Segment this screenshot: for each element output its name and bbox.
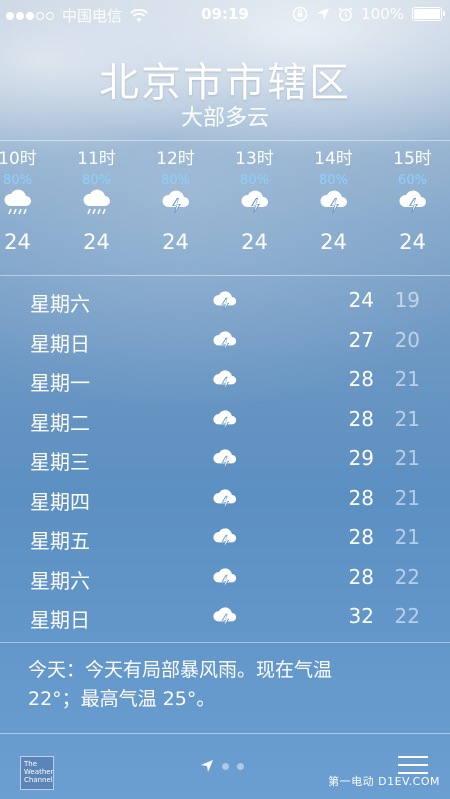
high-temp: 32 bbox=[348, 604, 374, 628]
thunderstorm-icon bbox=[212, 369, 238, 398]
hourly-item: 15时 60% 24 bbox=[373, 146, 450, 254]
low-temp: 21 bbox=[394, 446, 420, 470]
location-arrow-icon bbox=[201, 760, 213, 772]
hourly-item: 14时 80% 24 bbox=[294, 146, 373, 254]
daily-forecast[interactable]: 星期六 24 19 星期日 27 20 星期一 28 21 星期二 28 21 星期三 29 21 星期四 28… bbox=[0, 282, 450, 638]
high-temp: 28 bbox=[348, 406, 374, 431]
hourly-item: 11时 80% 24 bbox=[57, 146, 136, 254]
status-right: 100% bbox=[292, 5, 445, 23]
day-name: 星期二 bbox=[30, 410, 90, 435]
low-temp: 21 bbox=[394, 485, 420, 510]
high-temp: 24 bbox=[348, 288, 374, 312]
low-temp: 20 bbox=[394, 327, 420, 352]
high-temp: 29 bbox=[348, 446, 374, 470]
day-name: 星期三 bbox=[30, 450, 90, 474]
today-summary: 今天：今天有局部暴风雨。现在气温 22°；最高气温 25°。 bbox=[28, 656, 428, 714]
divider bbox=[0, 733, 450, 734]
precip-chance: 60% bbox=[398, 173, 427, 188]
page-dot bbox=[237, 762, 244, 770]
hour-label: 13时 bbox=[235, 149, 274, 169]
hourly-item: 12时 80% 24 bbox=[136, 146, 215, 254]
hour-label: 12时 bbox=[156, 149, 195, 169]
hourly-item: 13时 80% 24 bbox=[215, 146, 294, 254]
hour-temp: 24 bbox=[241, 230, 268, 254]
daily-row: 星期六 28 22 bbox=[0, 559, 450, 599]
hour-temp: 24 bbox=[83, 230, 110, 254]
rotation-lock-icon bbox=[292, 6, 308, 22]
low-temp: 21 bbox=[394, 367, 420, 391]
daily-row: 星期三 29 21 bbox=[0, 440, 450, 480]
hour-temp: 24 bbox=[162, 230, 189, 254]
weather-channel-logo[interactable]: The Weather Channel bbox=[20, 756, 54, 790]
daily-row: 星期一 28 21 bbox=[0, 361, 450, 401]
thunderstorm-icon bbox=[294, 188, 373, 218]
divider bbox=[0, 642, 450, 643]
page-indicator[interactable] bbox=[200, 759, 244, 773]
daily-row: 星期日 27 20 bbox=[0, 322, 450, 362]
thunderstorm-icon bbox=[212, 567, 238, 596]
daily-row: 星期二 28 21 bbox=[0, 401, 450, 441]
high-temp: 27 bbox=[348, 327, 374, 352]
thunderstorm-icon bbox=[212, 409, 238, 438]
daily-row: 星期四 28 21 bbox=[0, 480, 450, 520]
high-temp: 28 bbox=[348, 525, 374, 549]
rain-icon bbox=[0, 188, 57, 218]
thunderstorm-icon bbox=[212, 290, 238, 319]
thunderstorm-icon bbox=[373, 188, 450, 218]
divider bbox=[0, 275, 450, 276]
hourly-item: 10时 80% 24 bbox=[0, 146, 57, 254]
hour-label: 10时 bbox=[0, 149, 37, 169]
page-dot bbox=[222, 762, 229, 770]
thunderstorm-icon bbox=[212, 448, 238, 477]
current-condition: 大部多云 bbox=[180, 106, 269, 131]
daily-row: 星期六 24 19 bbox=[0, 282, 450, 322]
day-name: 星期六 bbox=[30, 568, 90, 593]
hour-temp: 24 bbox=[320, 230, 347, 254]
high-temp: 28 bbox=[348, 485, 374, 510]
high-temp: 28 bbox=[348, 367, 374, 391]
rain-icon bbox=[57, 188, 136, 218]
high-temp: 28 bbox=[348, 564, 374, 589]
alarm-icon bbox=[338, 6, 353, 21]
precip-chance: 80% bbox=[240, 173, 269, 188]
summary-line: 今天：今天有局部暴风雨。现在气温 bbox=[28, 659, 333, 681]
battery-icon bbox=[412, 7, 445, 21]
hour-label: 14时 bbox=[314, 149, 353, 169]
day-name: 星期五 bbox=[30, 529, 90, 553]
low-temp: 21 bbox=[394, 525, 420, 549]
hour-label: 15时 bbox=[393, 149, 432, 169]
day-name: 星期日 bbox=[30, 608, 90, 632]
precip-chance: 80% bbox=[161, 173, 190, 188]
day-name: 星期四 bbox=[30, 489, 90, 514]
thunderstorm-icon bbox=[212, 527, 238, 556]
daily-row: 星期日 32 22 bbox=[0, 598, 450, 638]
battery-percent: 100% bbox=[361, 5, 404, 23]
day-name: 星期日 bbox=[30, 331, 90, 356]
hour-temp: 24 bbox=[4, 230, 31, 254]
thunderstorm-icon bbox=[212, 488, 238, 517]
low-temp: 22 bbox=[394, 604, 420, 628]
thunderstorm-icon bbox=[212, 606, 238, 635]
hourly-forecast[interactable]: 10时 80% 24 11时 80% 24 12时 80% 24 13时 80%… bbox=[0, 146, 450, 254]
thunderstorm-icon bbox=[212, 330, 238, 359]
precip-chance: 80% bbox=[3, 173, 32, 188]
day-name: 星期六 bbox=[30, 292, 90, 316]
location-arrow-icon bbox=[317, 8, 330, 20]
divider bbox=[0, 140, 450, 141]
summary-line: 22°；最高气温 25°。 bbox=[28, 688, 216, 710]
bottom-toolbar: The Weather Channel 第一电动 D1EV.COM bbox=[0, 748, 450, 799]
precip-chance: 80% bbox=[82, 173, 111, 188]
thunderstorm-icon bbox=[136, 188, 215, 218]
precip-chance: 80% bbox=[319, 173, 348, 188]
day-name: 星期一 bbox=[30, 371, 90, 395]
low-temp: 22 bbox=[394, 564, 420, 589]
status-bar: 中国电信 09:19 100% bbox=[0, 0, 450, 28]
low-temp: 19 bbox=[394, 288, 420, 312]
hour-label: 11时 bbox=[77, 149, 116, 169]
watermark: 第一电动 D1EV.COM bbox=[328, 775, 440, 788]
thunderstorm-icon bbox=[215, 188, 294, 218]
low-temp: 21 bbox=[394, 406, 420, 431]
hour-temp: 24 bbox=[399, 230, 426, 254]
daily-row: 星期五 28 21 bbox=[0, 519, 450, 559]
